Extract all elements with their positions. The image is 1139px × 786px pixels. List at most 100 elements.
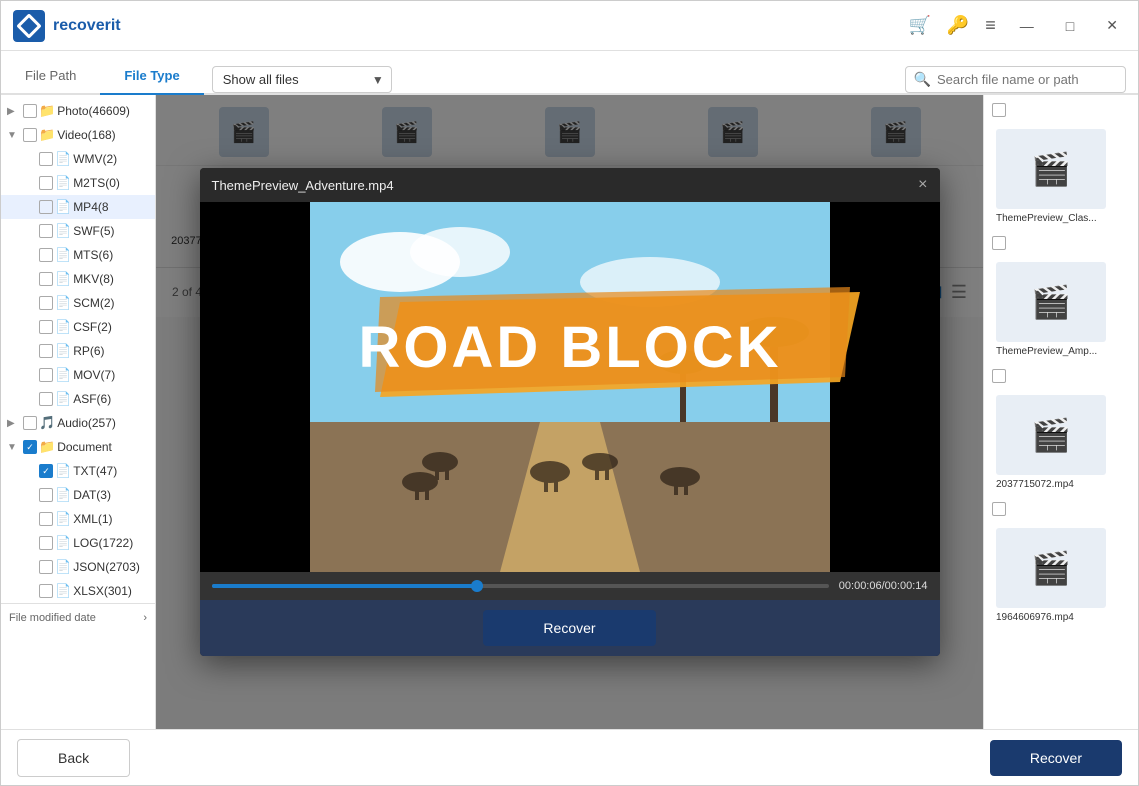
- right-video-icon-2: 🎬: [1031, 283, 1071, 321]
- checkbox-photo[interactable]: [23, 104, 37, 118]
- sidebar-item-csf[interactable]: 📄 CSF(2): [1, 315, 155, 339]
- checkbox-mov[interactable]: [39, 368, 53, 382]
- right-checkbox-2[interactable]: [992, 236, 1006, 250]
- progress-track[interactable]: [212, 584, 829, 588]
- folder-icon-video: 📁: [39, 127, 55, 143]
- video-progress-bar[interactable]: 00:00:06/00:00:14: [200, 572, 940, 600]
- checkbox-dat[interactable]: [39, 488, 53, 502]
- sidebar-item-asf[interactable]: 📄 ASF(6): [1, 387, 155, 411]
- search-icon: 🔍: [914, 71, 931, 88]
- right-panel-item-2[interactable]: 🎬 ThemePreview_Amp...: [992, 258, 1130, 361]
- sidebar-item-mov[interactable]: 📄 MOV(7): [1, 363, 155, 387]
- sidebar-item-video[interactable]: ▼ 📁 Video(168): [1, 123, 155, 147]
- sidebar-item-audio[interactable]: ▶ 🎵 Audio(257): [1, 411, 155, 435]
- folder-icon-audio: 🎵: [39, 415, 55, 431]
- sidebar-item-xlsx[interactable]: 📄 XLSX(301): [1, 579, 155, 603]
- sidebar-footer-date[interactable]: File modified date ›: [1, 603, 155, 632]
- sidebar-item-swf[interactable]: 📄 SWF(5): [1, 219, 155, 243]
- folder-icon-mkv: 📄: [55, 271, 71, 287]
- folder-icon-scm: 📄: [55, 295, 71, 311]
- sidebar-item-json[interactable]: 📄 JSON(2703): [1, 555, 155, 579]
- sidebar-item-photo[interactable]: ▶ 📁 Photo(46609): [1, 99, 155, 123]
- checkbox-asf[interactable]: [39, 392, 53, 406]
- video-modal-close-button[interactable]: ×: [918, 176, 927, 194]
- folder-icon-xlsx: 📄: [55, 583, 71, 599]
- video-modal-filename: ThemePreview_Adventure.mp4: [212, 178, 394, 193]
- checkbox-audio[interactable]: [23, 416, 37, 430]
- sidebar-item-wmv[interactable]: 📄 WMV(2): [1, 147, 155, 171]
- folder-icon-document: 📁: [39, 439, 55, 455]
- sidebar-item-txt[interactable]: 📄 TXT(47): [1, 459, 155, 483]
- sidebar-footer-label: File modified date: [9, 612, 96, 624]
- right-video-icon-3: 🎬: [1031, 416, 1071, 454]
- sidebar-item-xml[interactable]: 📄 XML(1): [1, 507, 155, 531]
- sidebar-item-mkv[interactable]: 📄 MKV(8): [1, 267, 155, 291]
- checkbox-mp4[interactable]: [39, 200, 53, 214]
- checkbox-json[interactable]: [39, 560, 53, 574]
- tab-file-path[interactable]: File Path: [1, 58, 100, 95]
- right-checkbox-3[interactable]: [992, 369, 1006, 383]
- folder-icon-json: 📄: [55, 559, 71, 575]
- right-video-icon-4: 🎬: [1031, 549, 1071, 587]
- sidebar-label-audio: Audio(257): [57, 416, 116, 430]
- svg-text:ROAD BLOCK: ROAD BLOCK: [358, 315, 781, 380]
- progress-thumb[interactable]: [471, 580, 483, 592]
- key-icon[interactable]: 🔑: [947, 15, 969, 36]
- checkbox-video[interactable]: [23, 128, 37, 142]
- cart-icon[interactable]: 🛒: [908, 15, 930, 36]
- recover-button[interactable]: Recover: [990, 740, 1122, 776]
- sidebar-item-dat[interactable]: 📄 DAT(3): [1, 483, 155, 507]
- sidebar-item-mp4[interactable]: 📄 MP4(8: [1, 195, 155, 219]
- right-panel-item-4[interactable]: 🎬 1964606976.mp4: [992, 524, 1130, 627]
- checkbox-xml[interactable]: [39, 512, 53, 526]
- file-type-select[interactable]: Show all files Photos Videos Audio Docum…: [212, 66, 392, 93]
- folder-icon-log: 📄: [55, 535, 71, 551]
- right-checkbox-4[interactable]: [992, 502, 1006, 516]
- sidebar-item-rp[interactable]: 📄 RP(6): [1, 339, 155, 363]
- action-bar: Back Recover: [1, 729, 1138, 785]
- checkbox-document[interactable]: [23, 440, 37, 454]
- checkbox-swf[interactable]: [39, 224, 53, 238]
- right-panel-item-1[interactable]: 🎬 ThemePreview_Clas...: [992, 125, 1130, 228]
- right-filename-2: ThemePreview_Amp...: [996, 346, 1097, 357]
- right-panel-item-3[interactable]: 🎬 2037715072.mp4: [992, 391, 1130, 494]
- sidebar-label-photo: Photo(46609): [57, 104, 130, 118]
- checkbox-mts[interactable]: [39, 248, 53, 262]
- maximize-button[interactable]: □: [1058, 14, 1082, 38]
- expand-icon-audio: ▶: [7, 418, 21, 429]
- sidebar: ▶ 📁 Photo(46609) ▼ 📁 Video(168) 📄 WMV(2): [1, 95, 156, 729]
- sidebar-item-mts[interactable]: 📄 MTS(6): [1, 243, 155, 267]
- back-button[interactable]: Back: [17, 739, 130, 777]
- checkbox-log[interactable]: [39, 536, 53, 550]
- title-bar-left: recoverit: [13, 10, 121, 42]
- sidebar-item-scm[interactable]: 📄 SCM(2): [1, 291, 155, 315]
- video-modal-overlay: ThemePreview_Adventure.mp4 ×: [156, 95, 983, 729]
- sidebar-item-log[interactable]: 📄 LOG(1722): [1, 531, 155, 555]
- video-recover-button[interactable]: Recover: [483, 610, 655, 646]
- safari-background: ROAD BLOCK: [200, 202, 940, 572]
- sidebar-item-m2ts[interactable]: 📄 M2TS(0): [1, 171, 155, 195]
- menu-icon[interactable]: ≡: [985, 15, 996, 36]
- checkbox-m2ts[interactable]: [39, 176, 53, 190]
- checkbox-mkv[interactable]: [39, 272, 53, 286]
- folder-icon-m2ts: 📄: [55, 175, 71, 191]
- checkbox-csf[interactable]: [39, 320, 53, 334]
- close-button[interactable]: ✕: [1098, 13, 1126, 38]
- main-layout: ▶ 📁 Photo(46609) ▼ 📁 Video(168) 📄 WMV(2): [1, 95, 1138, 729]
- sidebar-item-document[interactable]: ▼ 📁 Document: [1, 435, 155, 459]
- checkbox-rp[interactable]: [39, 344, 53, 358]
- right-checkbox-1[interactable]: [992, 103, 1006, 117]
- folder-icon-txt: 📄: [55, 463, 71, 479]
- checkbox-xlsx[interactable]: [39, 584, 53, 598]
- checkbox-txt[interactable]: [39, 464, 53, 478]
- sidebar-label-document: Document: [57, 440, 112, 454]
- checkbox-scm[interactable]: [39, 296, 53, 310]
- checkbox-wmv[interactable]: [39, 152, 53, 166]
- file-type-dropdown[interactable]: Show all files Photos Videos Audio Docum…: [212, 66, 392, 93]
- right-panel-row-2: [992, 236, 1130, 250]
- sidebar-label-txt: TXT(47): [73, 464, 117, 478]
- sidebar-label-mkv: MKV(8): [73, 272, 114, 286]
- search-input[interactable]: [937, 72, 1117, 87]
- tab-file-type[interactable]: File Type: [100, 58, 203, 95]
- minimize-button[interactable]: —: [1012, 14, 1042, 38]
